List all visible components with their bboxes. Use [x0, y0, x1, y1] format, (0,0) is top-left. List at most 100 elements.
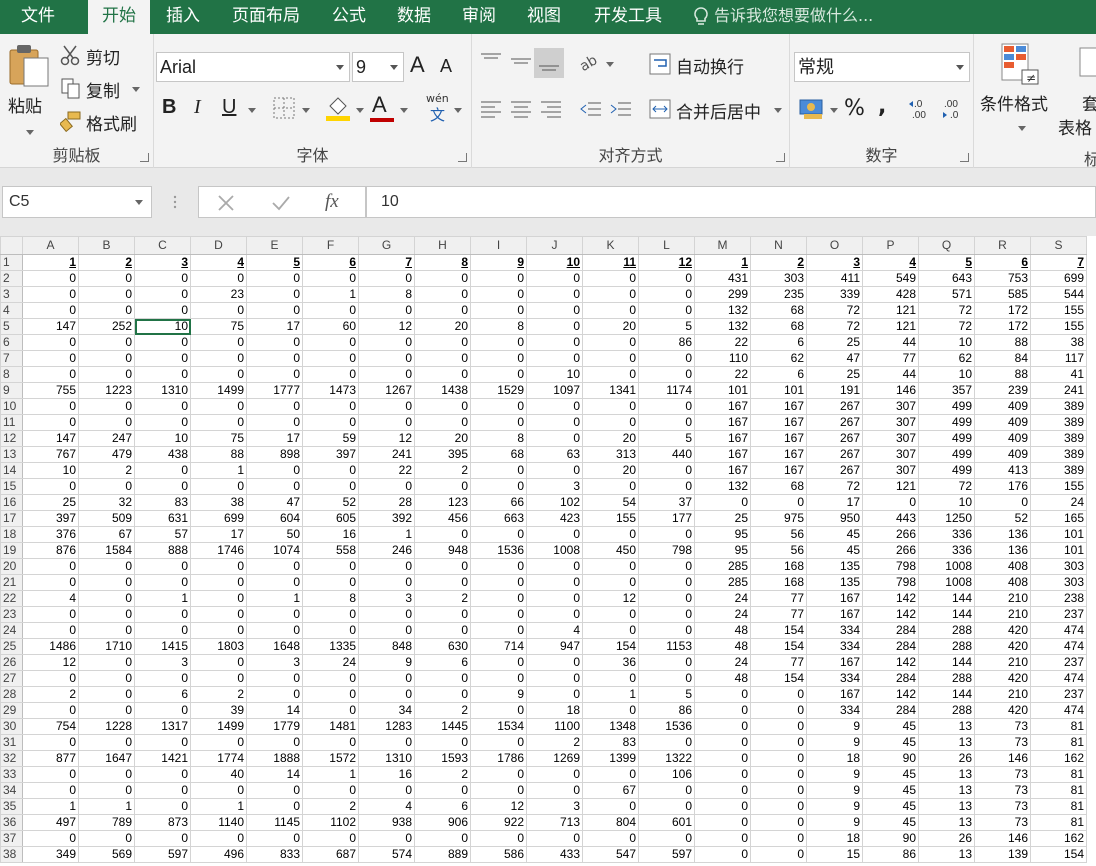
- row-header[interactable]: 19: [0, 542, 23, 559]
- cell[interactable]: 0: [22, 830, 79, 847]
- cell[interactable]: 0: [470, 734, 527, 751]
- cell[interactable]: 0: [134, 334, 191, 351]
- cell[interactable]: 1710: [78, 638, 135, 655]
- cell[interactable]: 77: [750, 590, 807, 607]
- cell[interactable]: 45: [806, 542, 863, 559]
- cell[interactable]: 0: [246, 270, 303, 287]
- cell[interactable]: 10: [22, 462, 79, 479]
- cell[interactable]: 571: [918, 286, 975, 303]
- cell[interactable]: 167: [694, 446, 751, 463]
- grip-icon[interactable]: [172, 194, 178, 210]
- cell[interactable]: 0: [190, 558, 247, 575]
- cell[interactable]: 0: [22, 702, 79, 719]
- cell[interactable]: 631: [134, 510, 191, 527]
- cell[interactable]: 0: [134, 350, 191, 367]
- cell[interactable]: 10: [918, 494, 975, 511]
- cell[interactable]: 0: [582, 526, 639, 543]
- cell[interactable]: 10: [918, 334, 975, 351]
- column-header-j[interactable]: J: [526, 236, 583, 255]
- cell[interactable]: 45: [862, 766, 919, 783]
- cell[interactable]: 0: [526, 302, 583, 319]
- cell[interactable]: 18: [806, 830, 863, 847]
- cell[interactable]: 0: [190, 734, 247, 751]
- cell[interactable]: 17: [190, 526, 247, 543]
- align-center-icon[interactable]: [508, 96, 534, 122]
- cell[interactable]: 9: [470, 254, 527, 271]
- cell[interactable]: 0: [470, 302, 527, 319]
- cell[interactable]: 1174: [638, 382, 695, 399]
- cell[interactable]: 0: [78, 414, 135, 431]
- cell[interactable]: 0: [414, 350, 471, 367]
- cell[interactable]: 1746: [190, 542, 247, 559]
- cell[interactable]: 67: [78, 526, 135, 543]
- cell[interactable]: 0: [78, 366, 135, 383]
- cell[interactable]: 155: [1030, 302, 1087, 319]
- cell[interactable]: 0: [582, 414, 639, 431]
- cell[interactable]: 0: [638, 302, 695, 319]
- cell[interactable]: 0: [246, 574, 303, 591]
- cell[interactable]: 0: [526, 526, 583, 543]
- orientation-icon[interactable]: ab: [578, 50, 604, 74]
- font-color-button[interactable]: A: [372, 92, 387, 118]
- cell[interactable]: 1322: [638, 750, 695, 767]
- cell[interactable]: 0: [190, 670, 247, 687]
- wrap-text-button[interactable]: 自动换行: [676, 53, 744, 78]
- cell[interactable]: 88: [974, 334, 1031, 351]
- cut-button[interactable]: 剪切: [60, 42, 150, 69]
- cell[interactable]: 0: [638, 366, 695, 383]
- cell[interactable]: 0: [526, 398, 583, 415]
- cell[interactable]: 266: [862, 526, 919, 543]
- cell[interactable]: 1777: [246, 382, 303, 399]
- cell[interactable]: 1: [302, 766, 359, 783]
- cell[interactable]: 0: [750, 814, 807, 831]
- cell[interactable]: 334: [806, 702, 863, 719]
- cell[interactable]: 73: [974, 718, 1031, 735]
- cell[interactable]: 798: [862, 574, 919, 591]
- cell[interactable]: 142: [862, 654, 919, 671]
- cell[interactable]: 1: [22, 798, 79, 815]
- number-launcher-icon[interactable]: [960, 153, 969, 162]
- cell[interactable]: 450: [582, 542, 639, 559]
- cell[interactable]: 81: [1030, 814, 1087, 831]
- cell[interactable]: 72: [918, 478, 975, 495]
- formula-input[interactable]: 10: [366, 186, 1096, 218]
- tab-page-layout[interactable]: 页面布局: [218, 0, 314, 34]
- cell[interactable]: 0: [78, 590, 135, 607]
- row-header[interactable]: 26: [0, 654, 23, 671]
- cell[interactable]: 443: [862, 510, 919, 527]
- cell[interactable]: 155: [1030, 318, 1087, 335]
- cell[interactable]: 12: [358, 430, 415, 447]
- cell[interactable]: 0: [302, 558, 359, 575]
- cell[interactable]: 1399: [582, 750, 639, 767]
- cell[interactable]: 0: [638, 734, 695, 751]
- cell[interactable]: 334: [806, 638, 863, 655]
- row-header[interactable]: 17: [0, 510, 23, 527]
- increase-decimal-icon[interactable]: .0.00: [908, 96, 936, 122]
- cell[interactable]: 0: [246, 286, 303, 303]
- cell[interactable]: 479: [78, 446, 135, 463]
- cell[interactable]: 303: [1030, 558, 1087, 575]
- cell[interactable]: 1486: [22, 638, 79, 655]
- cell[interactable]: 0: [190, 270, 247, 287]
- cell[interactable]: 38: [190, 494, 247, 511]
- cell[interactable]: 0: [470, 558, 527, 575]
- row-header[interactable]: 1: [0, 254, 23, 271]
- cell[interactable]: 0: [750, 782, 807, 799]
- cell[interactable]: 0: [470, 286, 527, 303]
- cell[interactable]: 1: [582, 686, 639, 703]
- cell[interactable]: 0: [358, 414, 415, 431]
- comma-button[interactable]: ,: [878, 94, 886, 119]
- cell[interactable]: 266: [862, 542, 919, 559]
- cell[interactable]: 349: [22, 846, 79, 863]
- cell[interactable]: 0: [302, 414, 359, 431]
- cell[interactable]: 0: [78, 654, 135, 671]
- cell[interactable]: 39: [190, 702, 247, 719]
- cell[interactable]: 154: [1030, 846, 1087, 863]
- cell[interactable]: 147: [22, 430, 79, 447]
- cell[interactable]: 235: [750, 286, 807, 303]
- cell[interactable]: 1310: [134, 382, 191, 399]
- cell[interactable]: 0: [134, 462, 191, 479]
- cell[interactable]: 0: [470, 830, 527, 847]
- cell[interactable]: 975: [750, 510, 807, 527]
- cell[interactable]: 0: [470, 350, 527, 367]
